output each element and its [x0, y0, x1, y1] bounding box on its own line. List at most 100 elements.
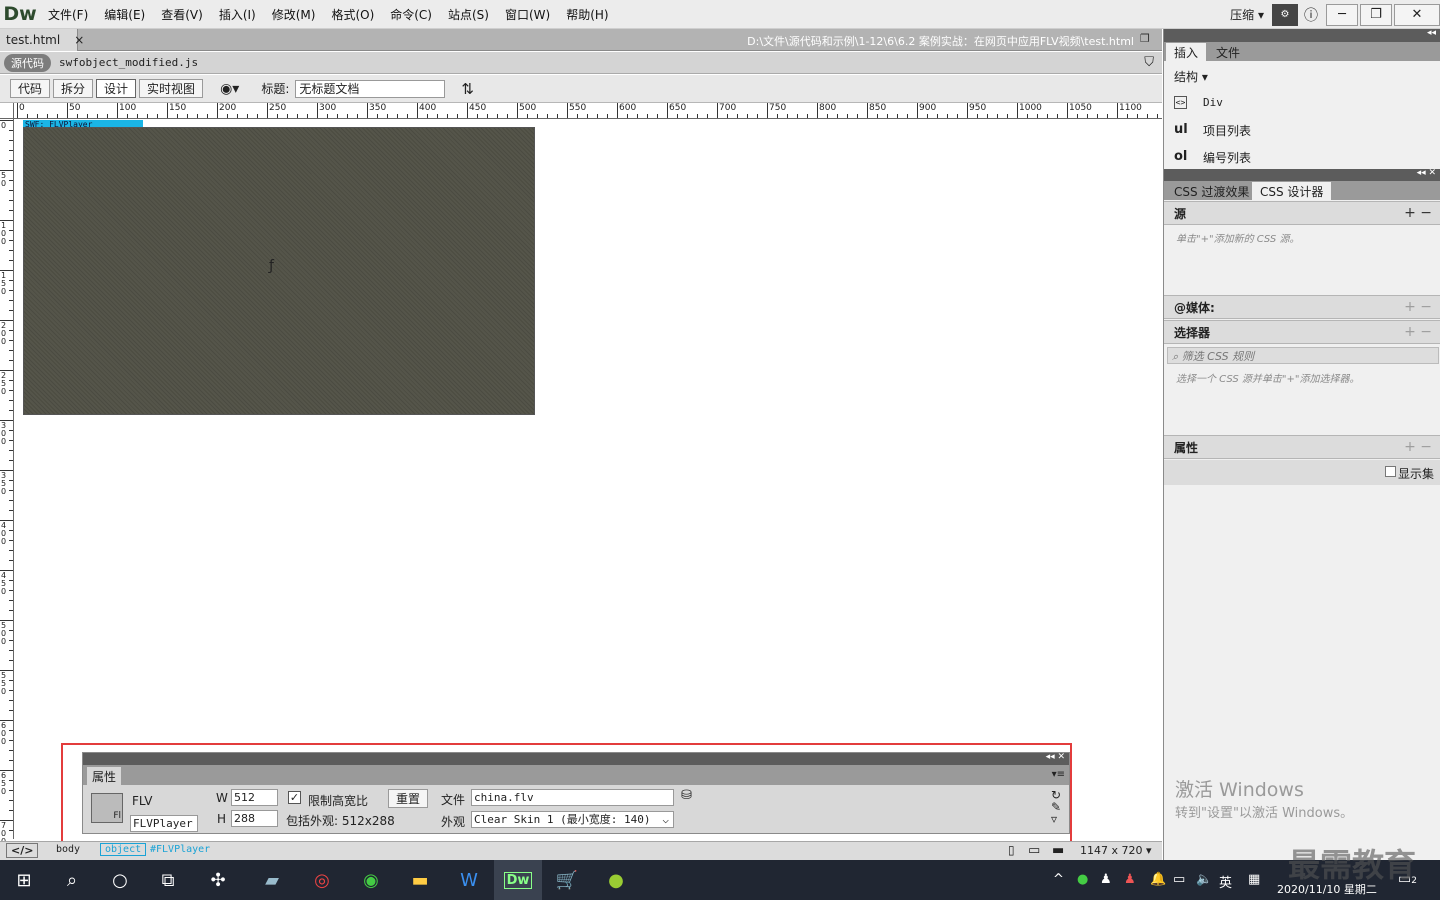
- tablet-size-icon[interactable]: ▭: [1028, 843, 1040, 858]
- source-code-button[interactable]: 源代码: [4, 53, 51, 72]
- tray-keyboard-icon[interactable]: ▦: [1248, 872, 1260, 887]
- edit-icon[interactable]: ↻ ✎ ▿: [1051, 789, 1061, 825]
- design-canvas[interactable]: SWF: FLVPlayer ƒ: [15, 120, 1162, 840]
- width-input[interactable]: 512: [231, 789, 278, 806]
- restore-icon[interactable]: ❐: [1140, 32, 1154, 46]
- tab-css-transitions[interactable]: CSS 过渡效果: [1166, 182, 1257, 200]
- wps-icon[interactable]: W: [445, 860, 493, 900]
- filter-css-rules-input[interactable]: ⌕ 筛选 CSS 规则: [1167, 347, 1439, 364]
- file-input[interactable]: china.flv: [471, 789, 674, 806]
- ruler-tick: [807, 114, 808, 118]
- code-view-button[interactable]: 代码: [10, 79, 51, 98]
- sync-icon[interactable]: ⚙: [1272, 3, 1298, 26]
- tray-expand-icon[interactable]: ^: [1053, 872, 1064, 887]
- tag-flvplayer[interactable]: #FLVPlayer: [150, 844, 210, 855]
- notepad-app-icon[interactable]: ▰: [248, 860, 296, 900]
- insert-div[interactable]: Div: [1203, 96, 1223, 109]
- cortana-icon[interactable]: ○: [96, 860, 144, 900]
- add-source-icon[interactable]: + −: [1404, 205, 1432, 221]
- ruler-label: 850: [869, 103, 887, 113]
- maximize-button[interactable]: ❐: [1360, 3, 1392, 26]
- split-view-button[interactable]: 拆分: [53, 79, 94, 98]
- compress-dropdown[interactable]: 压缩 ▾: [1230, 6, 1264, 23]
- skin-select[interactable]: Clear Skin 1 (最小宽度: 140) ⌵: [471, 811, 674, 828]
- mobile-size-icon[interactable]: ▯: [1008, 843, 1015, 857]
- filter-icon[interactable]: ⛉: [1144, 55, 1154, 70]
- panel-collapse-icon[interactable]: ◂◂: [1427, 28, 1436, 38]
- ruler-label: 0: [1, 121, 7, 130]
- close-tab-icon[interactable]: ×: [74, 33, 84, 47]
- window-size-display[interactable]: 1147 x 720 ▾: [1080, 844, 1152, 857]
- browse-file-icon[interactable]: ⛁: [681, 788, 692, 803]
- tab-css-designer[interactable]: CSS 设计器: [1252, 182, 1332, 200]
- store-icon[interactable]: 🛒: [543, 860, 591, 900]
- desktop-size-icon[interactable]: ▬: [1052, 843, 1064, 858]
- properties-tab[interactable]: 属性: [87, 767, 121, 785]
- add-property-icon[interactable]: + −: [1404, 439, 1432, 455]
- ruler-tick: [637, 114, 638, 118]
- css-panel-collapse-icon[interactable]: ◂◂ ✕: [1417, 168, 1436, 178]
- add-selector-icon[interactable]: + −: [1404, 324, 1432, 340]
- tray-qq2-icon[interactable]: ♟: [1124, 872, 1136, 887]
- tab-test-html[interactable]: test.html ×: [0, 29, 84, 51]
- menu-item-3[interactable]: 插入(I): [211, 0, 264, 29]
- ruler-tick: [697, 114, 698, 118]
- ruler-tick: [9, 240, 13, 241]
- live-view-button[interactable]: 实时视图: [139, 79, 204, 98]
- menu-item-2[interactable]: 查看(V): [153, 0, 211, 29]
- insert-category-select[interactable]: 结构 ▾: [1174, 68, 1208, 85]
- tray-wechat-icon[interactable]: ●: [1077, 872, 1088, 887]
- title-input[interactable]: 无标题文档: [295, 79, 446, 98]
- show-set-checkbox[interactable]: [1385, 466, 1396, 477]
- insert-ordered-list[interactable]: 编号列表: [1203, 149, 1251, 166]
- chrome-icon[interactable]: ◎: [298, 860, 346, 900]
- menu-item-5[interactable]: 格式(O): [323, 0, 382, 29]
- task-view-icon[interactable]: ⧉: [144, 860, 192, 900]
- tag-object[interactable]: object: [100, 843, 147, 856]
- height-input[interactable]: 288: [231, 810, 278, 827]
- menu-item-8[interactable]: 窗口(W): [497, 0, 558, 29]
- info-icon[interactable]: ⓘ: [1304, 5, 1318, 25]
- panel-menu-icon[interactable]: ▾≡: [1052, 769, 1065, 780]
- related-file-swfobject[interactable]: swfobject_modified.js: [59, 56, 198, 69]
- search-icon[interactable]: ⌕: [48, 860, 96, 900]
- ime-indicator[interactable]: 英: [1219, 872, 1232, 891]
- menu-item-4[interactable]: 修改(M): [264, 0, 324, 29]
- tray-bell-icon[interactable]: 🔔: [1150, 872, 1166, 887]
- ruler-tick: [1077, 114, 1078, 118]
- panel-collapse-close-icon[interactable]: ◂◂ ✕: [1046, 752, 1065, 762]
- file-explorer-icon[interactable]: ▬: [396, 860, 444, 900]
- close-window-button[interactable]: ✕: [1394, 3, 1440, 26]
- pinwheel-app-icon[interactable]: ✣: [194, 860, 242, 900]
- menu-item-6[interactable]: 命令(C): [382, 0, 440, 29]
- reset-size-button[interactable]: 重置: [388, 789, 429, 808]
- minimize-button[interactable]: ─: [1326, 3, 1358, 26]
- ruler-label: 150: [1, 271, 7, 296]
- dreamweaver-taskbar-icon[interactable]: Dw: [494, 860, 542, 900]
- insert-unordered-list[interactable]: 项目列表: [1203, 122, 1251, 139]
- tab-insert[interactable]: 插入: [1166, 43, 1207, 61]
- tray-network-icon[interactable]: ▭: [1173, 872, 1185, 887]
- tab-files[interactable]: 文件: [1208, 43, 1248, 61]
- menu-item-9[interactable]: 帮助(H): [558, 0, 616, 29]
- constrain-checkbox[interactable]: ✓: [288, 791, 301, 804]
- start-icon[interactable]: ⊞: [0, 860, 48, 900]
- object-id-input[interactable]: FLVPlayer: [130, 815, 198, 832]
- design-view-button[interactable]: 设计: [96, 79, 137, 98]
- watermelon-app-icon[interactable]: ●: [592, 860, 640, 900]
- ruler-label: 250: [269, 103, 287, 113]
- wechat-icon[interactable]: ◉: [347, 860, 395, 900]
- flv-player-placeholder[interactable]: ƒ: [23, 127, 535, 415]
- menu-item-7[interactable]: 站点(S): [440, 0, 497, 29]
- menu-item-0[interactable]: 文件(F): [40, 0, 96, 29]
- tag-body[interactable]: body: [56, 844, 80, 855]
- browser-preview-icon[interactable]: ◉▾: [220, 81, 239, 97]
- tray-volume-icon[interactable]: 🔈: [1196, 872, 1212, 887]
- menu-item-1[interactable]: 编辑(E): [96, 0, 153, 29]
- tray-qq-icon[interactable]: ♟: [1100, 872, 1112, 887]
- add-media-icon[interactable]: + −: [1404, 299, 1432, 315]
- code-toggle-icon[interactable]: </>: [6, 843, 39, 858]
- ruler-label: 1100: [1119, 103, 1142, 113]
- file-management-icon[interactable]: ⇅: [461, 80, 474, 98]
- sources-hint: 单击"+"添加新的 CSS 源。: [1176, 234, 1300, 245]
